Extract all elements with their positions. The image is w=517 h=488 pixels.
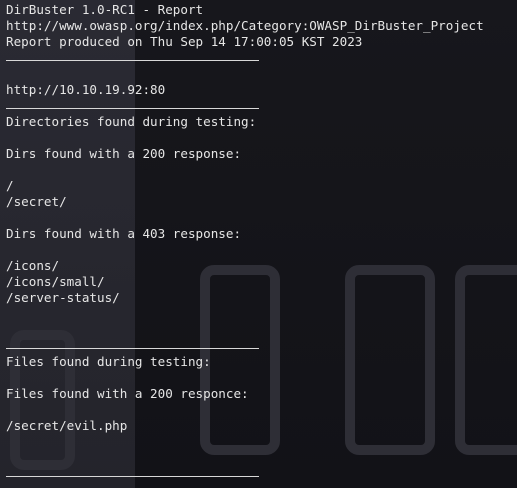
separator (6, 466, 516, 482)
report-title: DirBuster 1.0-RC1 - Report (6, 2, 204, 17)
dir-entry: /server-status/ (6, 290, 120, 305)
files-heading: Files found during testing: (6, 354, 211, 369)
dir-entry: /icons/ (6, 258, 60, 273)
dir-entry: /icons/small/ (6, 274, 105, 289)
files-200-heading: Files found with a 200 responce: (6, 386, 249, 401)
file-entry: /secret/evil.php (6, 418, 128, 433)
directories-heading: Directories found during testing: (6, 114, 257, 129)
dir-entry: /secret/ (6, 194, 67, 209)
dir-entry: / (6, 178, 14, 193)
separator (6, 98, 516, 114)
report-timestamp: Report produced on Thu Sep 14 17:00:05 K… (6, 34, 363, 49)
dirs-200-heading: Dirs found with a 200 response: (6, 146, 242, 161)
separator (6, 338, 516, 354)
dirs-403-heading: Dirs found with a 403 response: (6, 226, 242, 241)
target-url: http://10.10.19.92:80 (6, 82, 166, 97)
separator (6, 50, 516, 66)
project-url: http://www.owasp.org/index.php/Category:… (6, 18, 484, 33)
dirbuster-report: DirBuster 1.0-RC1 - Report http://www.ow… (6, 2, 516, 482)
